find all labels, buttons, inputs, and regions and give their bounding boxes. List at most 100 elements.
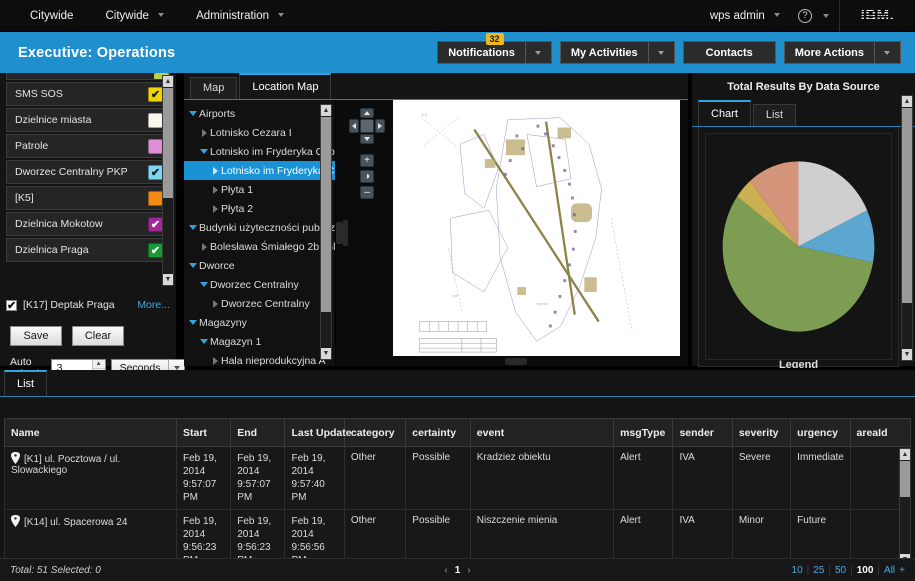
table-scrollbar[interactable]: ▲ ▼ <box>899 448 911 566</box>
column-header[interactable]: event <box>469 418 615 447</box>
tree-node[interactable]: Dworce <box>184 256 335 275</box>
twisty-collapsed-icon[interactable] <box>198 128 210 137</box>
layers-scrollbar[interactable]: ▲ ▼ <box>162 75 174 286</box>
map-canvas[interactable]: [K7] opis legenda + ◑ – <box>343 100 688 366</box>
layer-color-swatch[interactable] <box>148 112 163 128</box>
tree-node[interactable]: Lotnisko im Fryderyka Chopina <box>184 142 335 161</box>
scroll-down-icon[interactable]: ▼ <box>163 274 173 285</box>
scroll-up-icon[interactable]: ▲ <box>902 96 912 107</box>
twisty-collapsed-icon[interactable] <box>198 242 210 251</box>
ibm-logo[interactable]: IBM. <box>839 0 915 32</box>
scroll-down-icon[interactable]: ▼ <box>902 349 912 360</box>
save-button[interactable]: Save <box>10 326 62 346</box>
topbar-menu-administration[interactable]: Administration <box>180 0 300 32</box>
layer-checkbox-checked[interactable] <box>148 242 163 258</box>
tab-list[interactable]: List <box>752 104 797 126</box>
twisty-collapsed-icon[interactable] <box>209 356 221 365</box>
layer-color-swatch[interactable] <box>148 138 163 154</box>
clear-button[interactable]: Clear <box>72 326 124 346</box>
page-size-10[interactable]: 10 <box>792 565 803 576</box>
layer-color-swatch[interactable] <box>148 190 163 206</box>
tree-node[interactable]: Lotnisko im Fryderyka Chopina <box>184 161 335 180</box>
tree-node[interactable]: Dworzec Centralny <box>184 294 335 313</box>
layer-checkbox-checked[interactable] <box>148 164 163 180</box>
twisty-expanded-icon[interactable] <box>187 111 199 116</box>
page-size-25[interactable]: 25 <box>813 565 824 576</box>
column-header[interactable]: areaId <box>849 418 911 447</box>
page-size-increase-icon[interactable]: + <box>899 565 905 576</box>
pan-control[interactable] <box>349 108 385 144</box>
more-actions-button[interactable]: More Actions <box>783 41 901 64</box>
tree-scrollbar[interactable]: ▲ ▼ <box>320 104 332 360</box>
layer-row[interactable]: SMS SOS <box>6 82 170 106</box>
current-page-label[interactable]: 1 <box>455 565 461 576</box>
scrollbar-thumb[interactable] <box>900 461 910 497</box>
tree-map-splitter[interactable] <box>336 100 343 366</box>
layer-row-partial[interactable] <box>6 73 170 80</box>
layer-checkbox-checked[interactable] <box>148 216 163 232</box>
next-page-icon[interactable]: › <box>467 565 470 576</box>
map-collapse-handle[interactable] <box>343 220 348 246</box>
twisty-expanded-icon[interactable] <box>198 339 210 344</box>
pan-down-icon[interactable] <box>360 134 374 144</box>
topbar-menu-citywide-home[interactable]: Citywide <box>14 0 89 32</box>
layer-row[interactable]: Patrole <box>6 134 170 158</box>
pan-left-icon[interactable] <box>349 119 359 133</box>
column-header[interactable]: End <box>230 418 286 447</box>
scroll-up-icon[interactable]: ▲ <box>900 449 910 460</box>
tab-location-map[interactable]: Location Map <box>239 73 332 99</box>
twisty-expanded-icon[interactable] <box>187 225 199 230</box>
layer-row[interactable]: Dzielnica Mokotow <box>6 212 170 236</box>
splitter-grip[interactable] <box>336 222 343 244</box>
twisty-expanded-icon[interactable] <box>187 263 199 268</box>
column-header[interactable]: category <box>343 418 407 447</box>
tab-map[interactable]: Map <box>190 77 238 99</box>
contacts-button[interactable]: Contacts <box>682 41 776 64</box>
column-header[interactable]: urgency <box>790 418 851 447</box>
table-row[interactable]: [K1] ul. Pocztowa / ul. Slowackiego Feb 1… <box>4 446 911 510</box>
scrollbar-thumb[interactable] <box>321 117 331 312</box>
scroll-up-icon[interactable]: ▲ <box>321 105 331 116</box>
column-header[interactable]: severity <box>731 418 792 447</box>
tree-node[interactable]: Hala nieprodukcyjna A <box>184 351 335 366</box>
pie-chart[interactable] <box>706 134 891 359</box>
tree-node[interactable]: Airports <box>184 104 335 123</box>
twisty-collapsed-icon[interactable] <box>209 166 221 175</box>
tab-list-results[interactable]: List <box>4 370 48 396</box>
tree-node[interactable]: Płyta 2 <box>184 199 335 218</box>
globe-icon[interactable]: ◑ <box>360 170 374 183</box>
tree-node[interactable]: Dworzec Centralny <box>184 275 335 294</box>
zoom-out-icon[interactable]: – <box>360 186 374 199</box>
pan-right-icon[interactable] <box>375 119 385 133</box>
topbar-menu-citywide[interactable]: Citywide <box>89 0 180 32</box>
my-activities-button[interactable]: My Activities <box>559 41 675 64</box>
splitter-grip[interactable] <box>504 358 527 365</box>
tree-node[interactable]: Magazyn 1 <box>184 332 335 351</box>
tree-node[interactable]: Magazyny <box>184 313 335 332</box>
layer-row[interactable]: Dzielnica Praga <box>6 238 170 262</box>
scroll-down-icon[interactable]: ▼ <box>321 348 331 359</box>
column-header[interactable]: Last Update <box>284 418 352 447</box>
tree-node[interactable]: Płyta 1 <box>184 180 335 199</box>
page-size-100[interactable]: 100 <box>857 565 874 576</box>
help-menu[interactable]: ? <box>788 0 839 32</box>
column-header[interactable]: msgType <box>613 418 674 447</box>
twisty-expanded-icon[interactable] <box>198 282 210 287</box>
page-size-50[interactable]: 50 <box>835 565 846 576</box>
chart-scrollbar[interactable]: ▲ ▼ <box>901 95 913 361</box>
map-image[interactable]: [K7] opis legenda <box>393 100 680 356</box>
pan-center-icon[interactable] <box>360 119 374 133</box>
twisty-expanded-icon[interactable] <box>187 320 199 325</box>
selected-layer-checkbox[interactable] <box>6 299 17 311</box>
pan-up-icon[interactable] <box>360 108 374 118</box>
map-bottom-splitter[interactable] <box>343 357 688 366</box>
scrollbar-thumb[interactable] <box>902 108 912 303</box>
column-header[interactable]: Start <box>175 418 232 447</box>
twisty-collapsed-icon[interactable] <box>209 299 221 308</box>
tree-node[interactable]: Lotnisko Cezara I <box>184 123 335 142</box>
layer-checkbox-checked[interactable] <box>148 86 163 102</box>
scrollbar-thumb[interactable] <box>163 88 173 198</box>
twisty-collapsed-icon[interactable] <box>209 185 221 194</box>
twisty-collapsed-icon[interactable] <box>209 204 221 213</box>
prev-page-icon[interactable]: ‹ <box>444 565 447 576</box>
